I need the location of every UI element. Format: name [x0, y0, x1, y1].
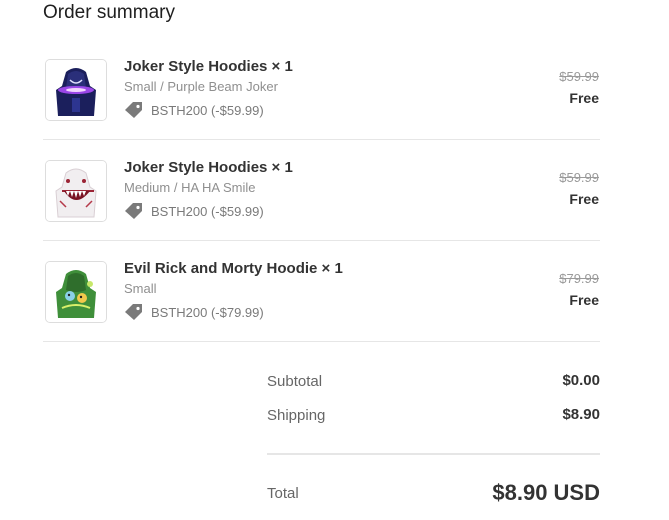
subtotal-row: Subtotal $0.00 — [267, 370, 600, 404]
discount-line: BSTH200 (-$79.99) — [124, 303, 504, 321]
item-prices: $59.99 Free — [559, 69, 599, 107]
discount-line: BSTH200 (-$59.99) — [124, 202, 504, 220]
original-price: $79.99 — [559, 271, 599, 286]
order-item: Joker Style Hoodies × 1 Small / Purple B… — [43, 39, 600, 140]
item-variant: Small — [124, 281, 157, 296]
totals-divider — [267, 453, 600, 455]
discount-line: BSTH200 (-$59.99) — [124, 101, 504, 119]
joker-purple-hoodie-image — [46, 60, 106, 120]
item-prices: $79.99 Free — [559, 271, 599, 309]
rick-morty-hoodie-image — [46, 262, 106, 322]
product-thumbnail — [45, 261, 107, 323]
item-name: Joker Style Hoodies × 1 — [124, 159, 293, 176]
discount-code: BSTH200 (-$59.99) — [151, 203, 264, 219]
final-price: Free — [569, 90, 599, 106]
order-items-list: Joker Style Hoodies × 1 Small / Purple B… — [43, 39, 600, 342]
tag-icon — [125, 101, 142, 118]
item-details: Joker Style Hoodies × 1 Small / Purple B… — [124, 58, 504, 119]
shipping-label: Shipping — [267, 407, 326, 424]
item-variant: Small / Purple Beam Joker — [124, 79, 278, 94]
order-item: Evil Rick and Morty Hoodie × 1 Small BST… — [43, 241, 600, 342]
subtotal-value: $0.00 — [562, 372, 600, 389]
item-details: Evil Rick and Morty Hoodie × 1 Small BST… — [124, 260, 504, 321]
order-item: Joker Style Hoodies × 1 Medium / HA HA S… — [43, 140, 600, 241]
item-name: Evil Rick and Morty Hoodie × 1 — [124, 260, 343, 277]
discount-code: BSTH200 (-$59.99) — [151, 102, 264, 118]
discount-code: BSTH200 (-$79.99) — [151, 304, 264, 320]
order-totals: Subtotal $0.00 Shipping $8.90 Total $8.9… — [267, 370, 600, 505]
tag-icon — [125, 303, 142, 320]
original-price: $59.99 — [559, 69, 599, 84]
total-value: $8.90 USD — [492, 480, 600, 505]
item-variant: Medium / HA HA Smile — [124, 180, 256, 195]
original-price: $59.99 — [559, 170, 599, 185]
item-prices: $59.99 Free — [559, 170, 599, 208]
shipping-row: Shipping $8.90 — [267, 404, 600, 438]
joker-smile-hoodie-image — [46, 161, 106, 221]
final-price: Free — [569, 191, 599, 207]
total-label: Total — [267, 485, 299, 502]
item-name: Joker Style Hoodies × 1 — [124, 58, 293, 75]
product-thumbnail — [45, 59, 107, 121]
tag-icon — [125, 202, 142, 219]
subtotal-label: Subtotal — [267, 373, 323, 390]
item-details: Joker Style Hoodies × 1 Medium / HA HA S… — [124, 159, 504, 220]
order-summary-title: Order summary — [43, 2, 175, 23]
shipping-value: $8.90 — [562, 406, 600, 423]
product-thumbnail — [45, 160, 107, 222]
final-price: Free — [569, 292, 599, 308]
